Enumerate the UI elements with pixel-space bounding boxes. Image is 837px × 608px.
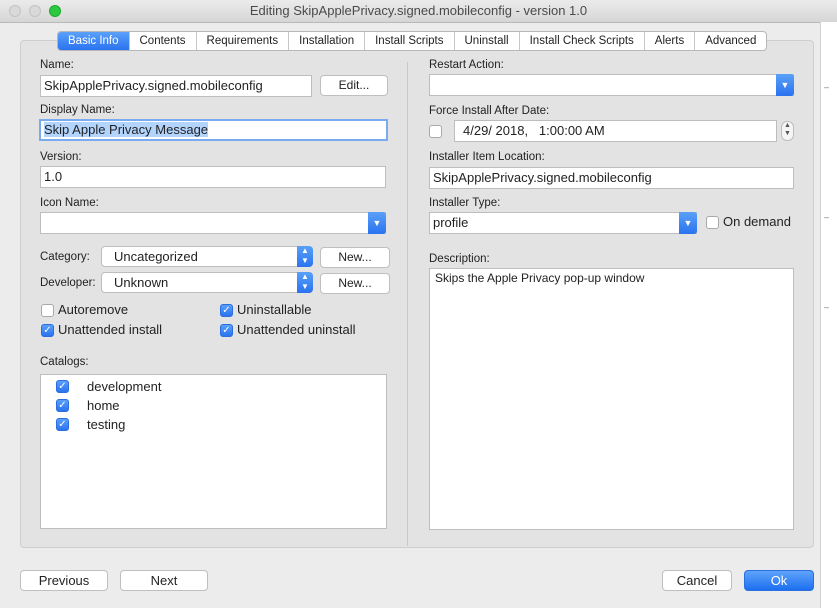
- unattended-install-checkbox[interactable]: ✓: [41, 324, 54, 337]
- tab-contents[interactable]: Contents: [130, 32, 197, 50]
- installer-location-field[interactable]: SkipApplePrivacy.signed.mobileconfig: [429, 167, 794, 189]
- up-down-arrows-icon: ▲ ▼: [297, 272, 313, 293]
- name-label: Name:: [40, 59, 74, 71]
- catalogs-label: Catalogs:: [40, 356, 89, 368]
- category-popup[interactable]: Uncategorized ▲ ▼: [101, 246, 313, 267]
- unattended-install-label: Unattended install: [58, 322, 163, 337]
- checkmark-icon: ✓: [43, 325, 52, 336]
- uninstallable-checkbox[interactable]: ✓: [220, 304, 233, 317]
- tab-advanced[interactable]: Advanced: [695, 32, 766, 50]
- cancel-button[interactable]: Cancel: [662, 570, 732, 591]
- checkmark-icon: ✓: [58, 400, 67, 411]
- window-title: Editing SkipApplePrivacy.signed.mobileco…: [249, 3, 588, 18]
- list-item[interactable]: ✓ development: [41, 377, 386, 396]
- catalog-checkbox[interactable]: ✓: [56, 399, 69, 412]
- catalog-name: testing: [87, 417, 126, 432]
- catalog-name: development: [87, 379, 162, 394]
- icon-name-combo[interactable]: ▼: [40, 212, 386, 234]
- tab-requirements[interactable]: Requirements: [197, 32, 290, 50]
- installer-location-label: Installer Item Location:: [429, 151, 545, 163]
- checkmark-icon: ✓: [58, 419, 67, 430]
- tab-installation[interactable]: Installation: [289, 32, 366, 50]
- force-install-checkbox[interactable]: [429, 125, 442, 138]
- description-label: Description:: [429, 253, 490, 265]
- chevron-down-icon[interactable]: ▼: [368, 212, 386, 234]
- tab-install-check-scripts[interactable]: Install Check Scripts: [520, 32, 645, 50]
- chevron-down-icon[interactable]: ▼: [776, 74, 794, 96]
- list-item[interactable]: ✓ home: [41, 396, 386, 415]
- on-demand-label: On demand: [723, 214, 791, 229]
- column-divider: [407, 62, 408, 546]
- title-bar: Editing SkipApplePrivacy.signed.mobileco…: [0, 0, 837, 23]
- on-demand-checkbox[interactable]: [706, 216, 719, 229]
- checkmark-icon: ✓: [58, 381, 67, 392]
- installer-type-value: profile: [433, 215, 469, 230]
- uninstallable-label: Uninstallable: [237, 302, 312, 317]
- ok-button[interactable]: Ok: [744, 570, 814, 591]
- developer-label: Developer:: [40, 277, 96, 289]
- installer-type-combo[interactable]: profile ▼: [429, 212, 697, 234]
- force-install-time: 1:00:00 AM: [538, 123, 605, 138]
- description-textarea[interactable]: Skips the Apple Privacy pop-up window: [429, 268, 794, 530]
- checkmark-icon: ✓: [222, 325, 231, 336]
- version-field[interactable]: 1.0: [40, 166, 386, 188]
- developer-value: Unknown: [114, 275, 169, 290]
- catalog-name: home: [87, 398, 120, 413]
- display-name-label: Display Name:: [40, 104, 115, 116]
- unattended-uninstall-checkbox[interactable]: ✓: [220, 324, 233, 337]
- tab-alerts[interactable]: Alerts: [645, 32, 696, 50]
- next-button[interactable]: Next: [120, 570, 208, 591]
- category-new-button[interactable]: New...: [320, 247, 390, 268]
- list-item[interactable]: ✓ testing: [41, 415, 386, 434]
- force-install-date: 4/29/ 2018,: [463, 123, 529, 138]
- edit-button[interactable]: Edit...: [320, 75, 388, 96]
- display-name-selected-text: Skip Apple Privacy Message: [44, 122, 209, 137]
- icon-name-label: Icon Name:: [40, 197, 99, 209]
- chevron-down-icon[interactable]: ▼: [679, 212, 697, 234]
- installer-type-label: Installer Type:: [429, 197, 501, 209]
- date-stepper[interactable]: ▲ ▼: [781, 121, 794, 141]
- autoremove-checkbox[interactable]: [41, 304, 54, 317]
- category-value: Uncategorized: [114, 249, 198, 264]
- catalogs-list[interactable]: ✓ development ✓ home ✓ testing: [40, 374, 387, 529]
- category-label: Category:: [40, 251, 90, 263]
- version-label: Version:: [40, 151, 82, 163]
- name-field[interactable]: SkipApplePrivacy.signed.mobileconfig: [40, 75, 312, 97]
- previous-button[interactable]: Previous: [20, 570, 108, 591]
- force-install-label: Force Install After Date:: [429, 105, 550, 117]
- unattended-uninstall-label: Unattended uninstall: [237, 322, 356, 337]
- tab-install-scripts[interactable]: Install Scripts: [365, 32, 455, 50]
- developer-new-button[interactable]: New...: [320, 273, 390, 294]
- up-down-arrows-icon: ▲ ▼: [297, 246, 313, 267]
- display-name-field[interactable]: Skip Apple Privacy Message: [39, 119, 388, 141]
- tab-basic-info[interactable]: Basic Info: [58, 32, 130, 50]
- restart-action-combo[interactable]: ▼: [429, 74, 794, 96]
- autoremove-label: Autoremove: [58, 302, 129, 317]
- restart-action-label: Restart Action:: [429, 59, 504, 71]
- checkmark-icon: ✓: [222, 305, 231, 316]
- tab-uninstall[interactable]: Uninstall: [455, 32, 520, 50]
- tab-bar: Basic Info Contents Requirements Install…: [57, 31, 768, 51]
- catalog-checkbox[interactable]: ✓: [56, 380, 69, 393]
- developer-popup[interactable]: Unknown ▲ ▼: [101, 272, 313, 293]
- force-install-date-field[interactable]: 4/29/ 2018, 1:00:00 AM: [454, 120, 777, 142]
- catalog-checkbox[interactable]: ✓: [56, 418, 69, 431]
- background-window-strip: – – –: [820, 22, 837, 608]
